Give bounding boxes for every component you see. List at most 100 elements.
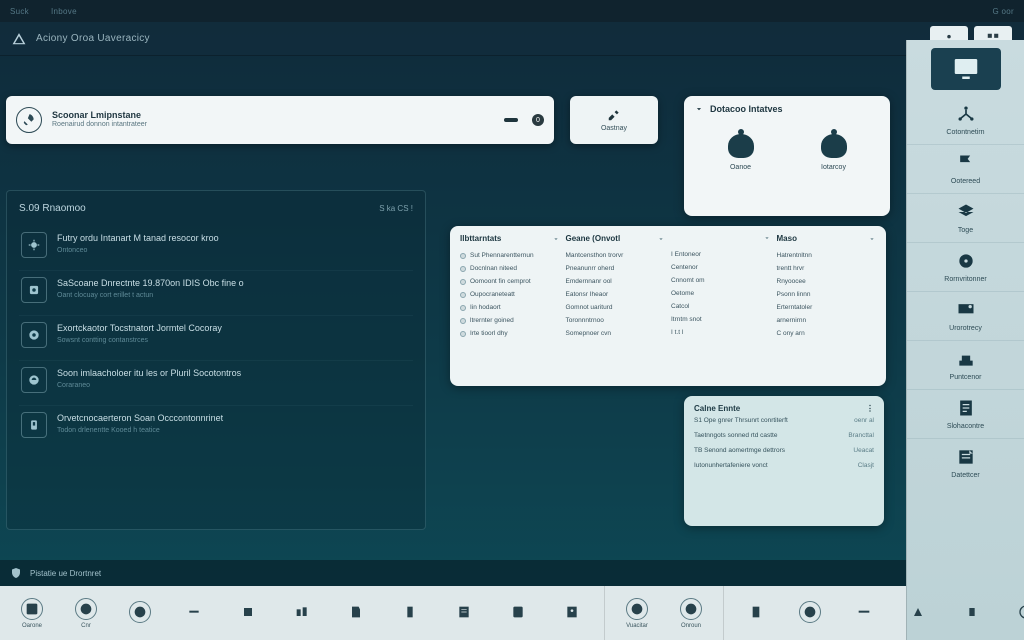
feed-item[interactable]: Soon imlaacholoer itu les or Pluril Soco…: [19, 360, 413, 399]
rail-item[interactable]: Datettcer: [907, 438, 1024, 485]
rocket-icon: [16, 107, 42, 133]
feed-item[interactable]: Orvetcnocaerteron Soan OcccontonnrinetTo…: [19, 405, 413, 444]
table-row[interactable]: Pneanunrr oherd: [566, 262, 666, 275]
table-row[interactable]: I t.t l: [671, 326, 771, 339]
table-row[interactable]: Rnyoocee: [777, 275, 877, 288]
toolbar-button[interactable]: [226, 601, 270, 626]
table-row[interactable]: ltrernter goined: [460, 314, 560, 327]
toolbar-button[interactable]: [388, 601, 432, 626]
table-row[interactable]: Hatrentnltnn: [777, 249, 877, 262]
event-row[interactable]: TB Senond aomertmge dettrorsUeacat: [694, 443, 874, 458]
toolbar-button[interactable]: [496, 601, 540, 626]
toolbar-button[interactable]: [1004, 601, 1024, 626]
table-row[interactable]: Docnlnan niteed: [460, 262, 560, 275]
rail-item[interactable]: Slohacontre: [907, 389, 1024, 436]
toolbar-group: Oarone Cnr: [0, 586, 605, 640]
event-row[interactable]: S1 Ope gnrer Thrsunrt conrtiterftoenr al: [694, 413, 874, 428]
table-row[interactable]: Oomoont fin cemprot: [460, 275, 560, 288]
table-row[interactable]: Catcol: [671, 300, 771, 313]
toolbar-label: Oarone: [22, 623, 42, 629]
toolbar-button[interactable]: [280, 601, 324, 626]
table-column: Maso Hatrentnltnntrentt hrvrRnyooceePsonn…: [777, 234, 877, 378]
menu-item[interactable]: Inbove: [51, 7, 77, 16]
toolbar-button[interactable]: [118, 601, 162, 626]
table-row[interactable]: Iin hodaort: [460, 301, 560, 314]
rail-hero[interactable]: [931, 48, 1001, 90]
toolbar-button[interactable]: [172, 601, 216, 626]
menu-item[interactable]: Suck: [10, 7, 29, 16]
event-row[interactable]: Taetnngots sonned rtd castteBrancttal: [694, 428, 874, 443]
search-handle[interactable]: [504, 118, 518, 122]
rail-item[interactable]: Rornvritonner: [907, 242, 1024, 289]
feed-item-sub: Oant clocuay cort erillet t actun: [57, 292, 411, 299]
toolbar-button[interactable]: [788, 601, 832, 626]
table-row[interactable]: C ony arn: [777, 327, 877, 340]
event-row[interactable]: Iutonunhertafeniere vonctClasjt: [694, 458, 874, 473]
rail-item[interactable]: Toge: [907, 193, 1024, 240]
table-row[interactable]: Emdernnanr ool: [566, 275, 666, 288]
table-row[interactable]: Eatonsr Iheaor: [566, 288, 666, 301]
feed-item[interactable]: Futry ordu Intanart M tanad resocor kroo…: [19, 226, 413, 264]
detected-threats-card: Dotacoo Intatves Oanoe Iotarcoy: [684, 96, 890, 216]
rail-item[interactable]: Urorotrecy: [907, 291, 1024, 338]
toolbar-icon: [745, 601, 767, 623]
feed-meta: S ka CS !: [379, 204, 413, 213]
toolbar-button[interactable]: [896, 601, 940, 626]
table-row[interactable]: I Entoneor: [671, 248, 771, 261]
feed-item-icon: [21, 232, 47, 258]
table-row[interactable]: arnernirnn: [777, 314, 877, 327]
feed-item-title: Exortckaotor Tocstnatort Jormtel Cocoray: [57, 322, 411, 335]
toolbar-button[interactable]: Onroun: [669, 598, 713, 629]
column-header[interactable]: [671, 234, 771, 242]
table-row[interactable]: Centenor: [671, 261, 771, 274]
toolbar-button[interactable]: Oarone: [10, 598, 54, 629]
toolbar-icon: [961, 601, 983, 623]
menu-right[interactable]: G oor: [992, 7, 1014, 16]
table-row[interactable]: Irte tioorl dhy: [460, 327, 560, 340]
data-table-card: Ilbttarntats Sut PhennarentternunDocnlnan…: [450, 226, 886, 386]
table-row[interactable]: Sut Phennarentternun: [460, 249, 560, 262]
table-row[interactable]: Psonn linnn: [777, 288, 877, 301]
note-icon: [955, 447, 977, 467]
table-row[interactable]: Itrntm snot: [671, 313, 771, 326]
more-icon[interactable]: ⋮: [866, 404, 874, 413]
rail-item[interactable]: Puntcenor: [907, 340, 1024, 387]
feed-item[interactable]: SaScoane Dnrectnte 19.870on IDIS Obc fin…: [19, 270, 413, 309]
feed-item-icon: [21, 367, 47, 393]
table-row[interactable]: Oupocraneteatt: [460, 288, 560, 301]
expand-icon[interactable]: [694, 104, 704, 114]
toolbar-icon: [183, 601, 205, 623]
table-row[interactable]: Mantcensthon trorvr: [566, 249, 666, 262]
table-row[interactable]: Cnnomt om: [671, 274, 771, 287]
column-header[interactable]: Ilbttarntats: [460, 234, 560, 243]
toolbar-button[interactable]: [734, 601, 778, 626]
table-row[interactable]: Oetome: [671, 287, 771, 300]
table-row[interactable]: trentt hrvr: [777, 262, 877, 275]
rail-item[interactable]: Ootereed: [907, 144, 1024, 191]
column-header[interactable]: Maso: [777, 234, 877, 243]
toolbar-button[interactable]: Cnr: [64, 598, 108, 629]
column-header[interactable]: Geane (Onvotl: [566, 234, 666, 243]
threat-item[interactable]: Oanoe: [724, 128, 758, 171]
table-row[interactable]: Erterntatoler: [777, 301, 877, 314]
toolbar-icon: [1015, 601, 1024, 623]
threat-icon: [817, 128, 851, 158]
rail-item[interactable]: Cotontnetirn: [907, 96, 1024, 142]
feed-panel: S.09 Rnaomoo S ka CS ! Futry ordu Intana…: [6, 190, 426, 530]
toolbar-button[interactable]: [550, 601, 594, 626]
quick-action-card[interactable]: Oastnay: [570, 96, 658, 144]
search-panel[interactable]: Scoonar Lmipnstane Roenairud donnon inta…: [6, 96, 554, 144]
toolbar-icon: [345, 601, 367, 623]
toolbar-button[interactable]: [334, 601, 378, 626]
threat-item[interactable]: Iotarcoy: [817, 128, 851, 171]
table-row[interactable]: Gomnot uariturd: [566, 301, 666, 314]
flag-icon: [955, 153, 977, 173]
feed-item[interactable]: Exortckaotor Tocstnatort Jormtel Cocoray…: [19, 315, 413, 354]
toolbar-button[interactable]: [950, 601, 994, 626]
toolbar-button[interactable]: Vuacitar: [615, 598, 659, 629]
table-row[interactable]: Somepnoer cvn: [566, 327, 666, 340]
search-badge[interactable]: 0: [532, 114, 544, 126]
toolbar-button[interactable]: [442, 601, 486, 626]
toolbar-button[interactable]: [842, 601, 886, 626]
table-row[interactable]: Toronnntrnoo: [566, 314, 666, 327]
